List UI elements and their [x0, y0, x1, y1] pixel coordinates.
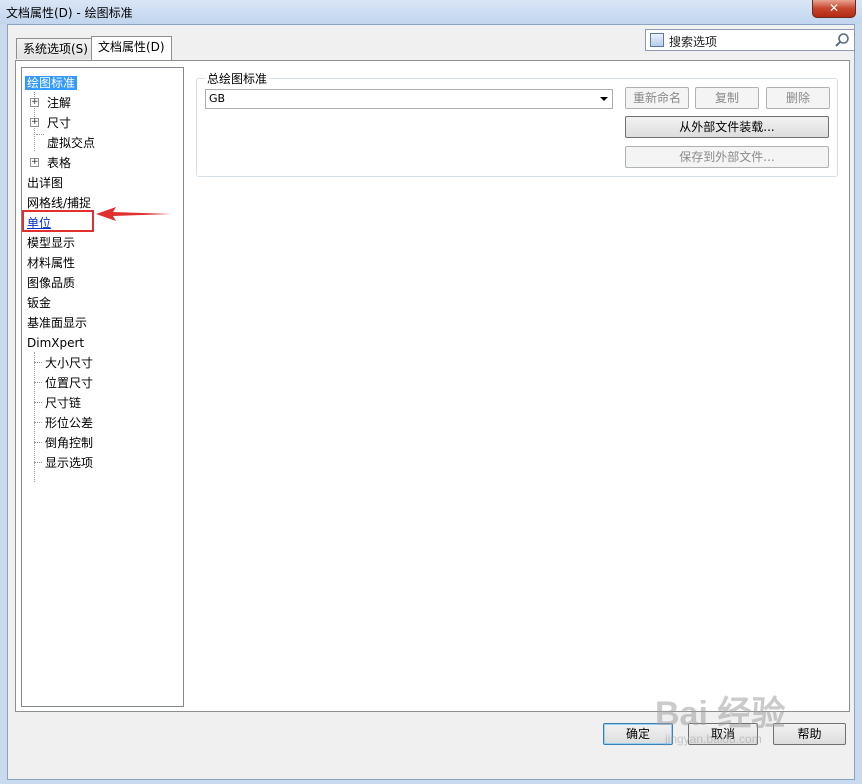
tree-item-image-quality[interactable]: 图像品质	[27, 274, 75, 292]
copy-button[interactable]: 复制	[695, 87, 759, 109]
tree-item-chain-dimension[interactable]: 尺寸链	[45, 394, 81, 412]
tree-item-model-display[interactable]: 模型显示	[27, 234, 75, 252]
cancel-button[interactable]: 取消	[688, 723, 758, 745]
tab-document-properties[interactable]: 文档属性(D)	[91, 36, 172, 60]
expand-plus-icon[interactable]: +	[30, 158, 39, 167]
tree-connector	[34, 442, 42, 443]
dialog-body: 系统选项(S) 文档属性(D) 搜索选项 + + + 绘图标准 注解 尺寸 虚拟…	[7, 24, 855, 780]
tree-item-size-dimension[interactable]: 大小尺寸	[45, 354, 93, 372]
tree-item-material-properties[interactable]: 材料属性	[27, 254, 75, 272]
expand-plus-icon[interactable]: +	[30, 98, 39, 107]
annotation-arrow-icon	[96, 207, 172, 221]
tree-item-drafting-standard[interactable]: 绘图标准	[25, 74, 78, 92]
annotation-highlight-box	[22, 210, 94, 232]
tree-item-virtual-sharps[interactable]: 虚拟交点	[47, 134, 95, 152]
delete-button[interactable]: 删除	[766, 87, 830, 109]
options-tree[interactable]: + + + 绘图标准 注解 尺寸 虚拟交点 表格 出详图 网格线/捕捉 单位 模…	[21, 67, 184, 707]
expand-plus-icon[interactable]: +	[30, 118, 39, 127]
tree-item-display-options[interactable]: 显示选项	[45, 454, 93, 472]
tree-item-dimensions[interactable]: 尺寸	[47, 114, 71, 132]
tree-connector	[34, 362, 42, 363]
title-bar: 文档属性(D) - 绘图标准 ✕	[0, 0, 862, 24]
tree-item-detailing[interactable]: 出详图	[27, 174, 63, 192]
options-list-icon	[650, 33, 664, 47]
tree-item-chamfer-controls[interactable]: 倒角控制	[45, 434, 93, 452]
load-from-external-file-button[interactable]: 从外部文件装载...	[625, 116, 829, 138]
chevron-down-icon	[600, 97, 608, 101]
ok-button[interactable]: 确定	[603, 723, 673, 745]
drafting-standard-group: 总绘图标准 GB 重新命名 复制 删除 从外部文件装载... 保存到外部文件..…	[196, 70, 838, 177]
search-input[interactable]: 搜索选项	[669, 33, 717, 50]
tree-connector	[34, 462, 42, 463]
help-button[interactable]: 帮助	[773, 723, 846, 745]
rename-button[interactable]: 重新命名	[625, 87, 689, 109]
standard-select[interactable]: GB	[205, 89, 613, 109]
tree-item-plane-display[interactable]: 基准面显示	[27, 314, 87, 332]
search-icon[interactable]	[834, 32, 850, 48]
tree-connector	[36, 134, 44, 135]
standard-select-value: GB	[209, 92, 226, 105]
window-title: 文档属性(D) - 绘图标准	[6, 6, 133, 20]
tree-item-geometric-tolerance[interactable]: 形位公差	[45, 414, 93, 432]
save-to-external-file-button[interactable]: 保存到外部文件...	[625, 146, 829, 168]
tree-item-tables[interactable]: 表格	[47, 154, 71, 172]
tree-item-sheet-metal[interactable]: 钣金	[27, 294, 51, 312]
search-options-box[interactable]: 搜索选项	[645, 29, 855, 51]
tree-item-location-dimension[interactable]: 位置尺寸	[45, 374, 93, 392]
group-label: 总绘图标准	[205, 70, 270, 87]
tree-connector	[34, 382, 42, 383]
tree-connector	[34, 402, 42, 403]
tab-system-options[interactable]: 系统选项(S)	[16, 38, 95, 59]
tree-connector	[34, 422, 42, 423]
tree-item-dimxpert[interactable]: DimXpert	[27, 334, 84, 352]
tree-item-annotations[interactable]: 注解	[47, 94, 71, 112]
options-panel: + + + 绘图标准 注解 尺寸 虚拟交点 表格 出详图 网格线/捕捉 单位 模…	[15, 60, 850, 712]
close-button[interactable]: ✕	[812, 0, 856, 18]
